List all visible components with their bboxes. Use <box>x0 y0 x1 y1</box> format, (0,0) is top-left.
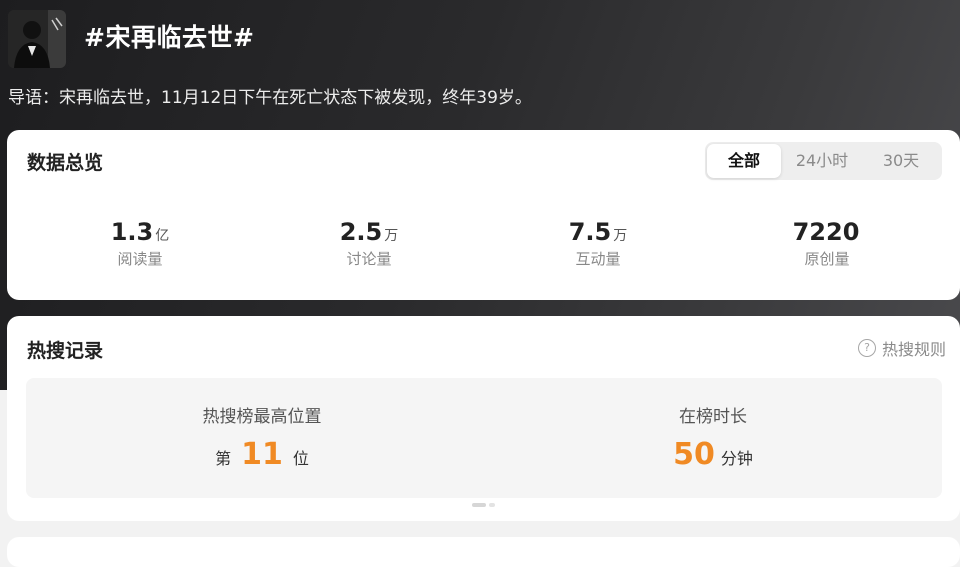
tab-all[interactable]: 全部 <box>707 144 781 178</box>
overview-card: 数据总览 全部 24小时 30天 1.3 亿 阅读量 2.5 万 讨论量 7.5 万 … <box>7 130 960 300</box>
stat-value: 1.3 亿 <box>110 218 170 246</box>
pager-dot <box>489 503 495 507</box>
stat-label: 阅读量 <box>117 250 163 268</box>
tab-30d[interactable]: 30天 <box>863 144 939 178</box>
stat-unit: 亿 <box>155 228 170 244</box>
next-card <box>7 537 960 567</box>
time-on-list-value: 50 <box>673 437 715 472</box>
stat-label: 原创量 <box>804 250 850 268</box>
stat-unit: 万 <box>384 228 399 244</box>
hot-search-title: 热搜记录 <box>27 340 104 362</box>
peak-rank: 热搜榜最高位置 第 11 位 <box>112 402 412 472</box>
rules-label: 热搜规则 <box>881 340 946 359</box>
tab-24h[interactable]: 24小时 <box>781 144 863 178</box>
hot-search-card: 热搜记录 ? 热搜规则 热搜榜最高位置 第 11 位 在榜时长 50 分钟 <box>7 316 960 521</box>
topic-title: #宋再临去世# <box>84 23 255 52</box>
overview-title: 数据总览 <box>27 152 104 174</box>
stat-value: 7220 <box>792 218 860 246</box>
topic-avatar[interactable] <box>8 10 66 68</box>
peak-rank-suffix: 位 <box>292 449 309 468</box>
peak-rank-value: 11 <box>241 437 283 472</box>
topic-intro: 导语：宋再临去世，11月12日下午在死亡状态下被发现，终年39岁。 <box>8 88 532 108</box>
stat-unit: 万 <box>613 228 628 244</box>
pager-dot <box>472 503 486 507</box>
stat-discussions: 2.5 万 讨论量 <box>279 218 459 269</box>
pager-indicator <box>472 503 495 507</box>
stat-interactions: 7.5 万 互动量 <box>508 218 688 269</box>
hot-search-rules-link[interactable]: ? 热搜规则 <box>857 336 946 360</box>
peak-rank-prefix: 第 <box>215 449 232 468</box>
peak-rank-value-row: 第 11 位 <box>112 437 412 472</box>
stat-value: 2.5 万 <box>339 218 399 246</box>
time-on-list: 在榜时长 50 分钟 <box>563 402 863 472</box>
stat-reads: 1.3 亿 阅读量 <box>50 218 230 269</box>
time-range-tabs: 全部 24小时 30天 <box>705 142 942 180</box>
stat-label: 讨论量 <box>346 250 392 268</box>
person-photo-icon <box>8 10 66 68</box>
time-on-list-unit: 分钟 <box>720 449 753 468</box>
stat-value: 7.5 万 <box>568 218 628 246</box>
peak-rank-label: 热搜榜最高位置 <box>202 407 322 427</box>
question-circle-icon: ? <box>857 339 876 357</box>
hot-search-stats: 热搜榜最高位置 第 11 位 在榜时长 50 分钟 <box>26 378 942 498</box>
time-on-list-value-row: 50 分钟 <box>563 437 863 472</box>
stat-label: 互动量 <box>575 250 621 268</box>
stat-originals: 7220 原创量 <box>737 218 917 269</box>
time-on-list-label: 在榜时长 <box>679 407 747 427</box>
